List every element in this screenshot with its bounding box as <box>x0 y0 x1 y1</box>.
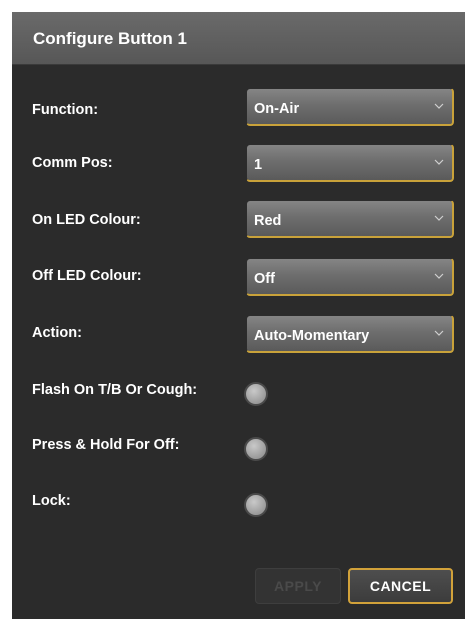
off-led-colour-label: Off LED Colour: <box>32 268 142 284</box>
on-led-colour-label: On LED Colour: <box>32 212 141 228</box>
off-led-colour-select[interactable]: Off <box>246 258 454 296</box>
comm-pos-select[interactable]: 1 <box>246 144 454 182</box>
flash-on-tb-or-cough-toggle[interactable] <box>244 382 268 406</box>
press-and-hold-for-off-toggle[interactable] <box>244 437 268 461</box>
off-led-colour-select-value: Off <box>254 271 275 287</box>
press-and-hold-for-off-label: Press & Hold For Off: <box>32 437 180 453</box>
dialog-title: Configure Button 1 <box>33 29 187 48</box>
chevron-down-icon <box>434 330 444 336</box>
action-select-value: Auto-Momentary <box>254 328 370 344</box>
chevron-down-icon <box>434 215 444 221</box>
lock-toggle[interactable] <box>244 493 268 517</box>
chevron-down-icon <box>434 273 444 279</box>
cancel-button[interactable]: CANCEL <box>348 568 453 604</box>
flash-on-tb-or-cough-label: Flash On T/B Or Cough: <box>32 382 198 398</box>
lock-label: Lock: <box>32 493 71 509</box>
dialog-titlebar: Configure Button 1 <box>12 12 465 65</box>
apply-button[interactable]: APPLY <box>255 568 341 604</box>
action-select[interactable]: Auto-Momentary <box>246 315 454 353</box>
chevron-down-icon <box>434 103 444 109</box>
function-select-value: On-Air <box>254 101 300 117</box>
on-led-colour-select[interactable]: Red <box>246 200 454 238</box>
action-label: Action: <box>32 325 82 341</box>
function-select[interactable]: On-Air <box>246 88 454 126</box>
comm-pos-label: Comm Pos: <box>32 155 113 171</box>
configure-button-dialog: Configure Button 1 Function: On-Air Comm… <box>12 12 465 619</box>
comm-pos-select-value: 1 <box>254 157 263 173</box>
on-led-colour-select-value: Red <box>254 213 282 229</box>
function-label: Function: <box>32 102 99 118</box>
chevron-down-icon <box>434 159 444 165</box>
